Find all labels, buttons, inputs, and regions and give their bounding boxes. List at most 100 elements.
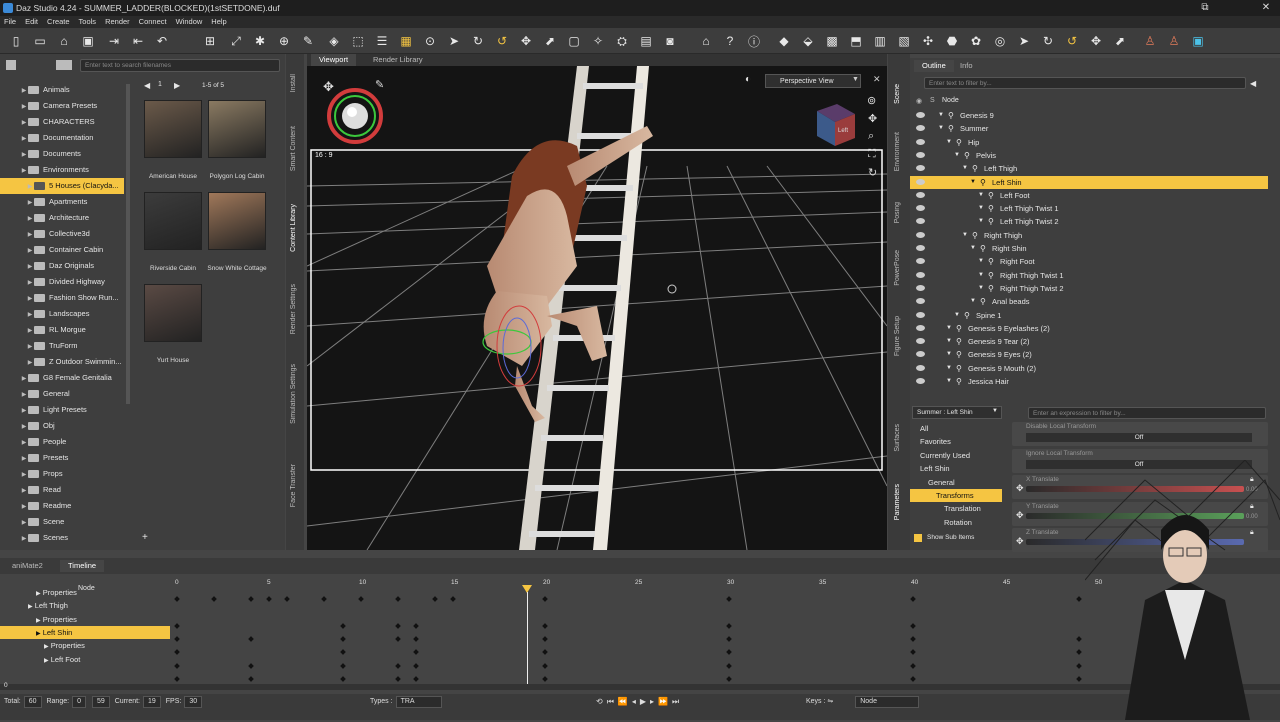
- tab-posing[interactable]: Posing: [894, 202, 901, 223]
- scene-node-row[interactable]: ▼ ⚲ Genesis 9: [910, 109, 1268, 122]
- expand-arrow-icon[interactable]: ▼: [962, 229, 968, 242]
- visibility-eye-icon[interactable]: [916, 112, 925, 118]
- menu-window[interactable]: Window: [176, 16, 203, 28]
- viewport-tool-10-icon[interactable]: ◎: [992, 33, 1008, 49]
- keyframe-marker[interactable]: [910, 623, 916, 629]
- pointer-icon[interactable]: ➤: [446, 33, 462, 49]
- types-select[interactable]: TRA: [395, 696, 442, 708]
- keyframe-marker[interactable]: [394, 623, 401, 629]
- tab-figure-setup[interactable]: Figure Setup: [894, 316, 901, 356]
- parameter-filter-input[interactable]: Enter an expression to filter by...: [1028, 407, 1266, 419]
- parameter-group-item[interactable]: Currently Used: [910, 449, 1002, 462]
- draw-style-icon[interactable]: ◐: [745, 74, 751, 85]
- keyframe-marker[interactable]: [247, 636, 254, 642]
- expand-arrow-icon[interactable]: ▶: [20, 499, 28, 514]
- visibility-eye-icon[interactable]: [916, 284, 925, 291]
- expand-arrow-icon[interactable]: ▼: [970, 176, 976, 189]
- view-mode-icon[interactable]: [6, 60, 16, 70]
- scale-icon[interactable]: ⬈: [542, 33, 558, 49]
- expand-arrow-icon[interactable]: ▶: [20, 371, 28, 386]
- scene-node-row[interactable]: ▼ ⚲ Right Thigh Twist 2: [910, 282, 1268, 295]
- close-window-button[interactable]: ✕: [1252, 0, 1280, 16]
- expand-arrow-icon[interactable]: ▼: [946, 362, 952, 375]
- surface-selection-icon[interactable]: ◈: [326, 33, 342, 49]
- render-icon[interactable]: ◙: [662, 33, 678, 49]
- rotate-active-icon[interactable]: ↺: [494, 33, 510, 49]
- keyframe-marker[interactable]: [247, 596, 254, 602]
- keyframe-marker[interactable]: [1075, 663, 1082, 669]
- content-tree-item[interactable]: ▶ Readme: [0, 498, 124, 514]
- expand-arrow-icon[interactable]: ▶: [20, 451, 28, 466]
- expand-arrow-icon[interactable]: ▶: [20, 483, 28, 498]
- bridge-icon[interactable]: ▣: [1190, 33, 1206, 49]
- keyframe-marker[interactable]: [431, 596, 438, 602]
- visibility-eye-icon[interactable]: [916, 125, 925, 132]
- keyframe-marker[interactable]: [394, 676, 401, 682]
- scene-node-row[interactable]: ▼ ⚲ Right Thigh: [910, 229, 1268, 242]
- node-select[interactable]: Summer : Left Shin: [912, 406, 1002, 419]
- prev-frame-icon[interactable]: ◂: [632, 697, 640, 706]
- reset-view-icon[interactable]: ↻: [868, 166, 877, 179]
- keyframe-marker[interactable]: [247, 676, 254, 682]
- keyframe-area[interactable]: [170, 592, 1110, 684]
- view-sphere-control[interactable]: [327, 88, 383, 144]
- new-scene-icon[interactable]: ▯: [8, 33, 24, 49]
- keyframe-marker[interactable]: [413, 649, 420, 655]
- content-tree-item[interactable]: ▶ Environments: [0, 162, 124, 178]
- expand-arrow-icon[interactable]: ▶: [26, 355, 34, 370]
- keyframe-marker[interactable]: [1075, 676, 1082, 682]
- menu-tools[interactable]: Tools: [79, 16, 97, 28]
- scene-node-row[interactable]: ▼ ⚲ Anal beads: [910, 295, 1268, 308]
- visibility-eye-icon[interactable]: [916, 364, 925, 371]
- viewport-close-icon[interactable]: ✕: [873, 74, 881, 85]
- timeline-track-row[interactable]: ▶ Properties: [0, 586, 170, 599]
- tab-powerpose[interactable]: PowerPose: [894, 250, 901, 286]
- content-tree-item[interactable]: ▶ Container Cabin: [0, 242, 124, 258]
- content-tree-item[interactable]: ▶ RL Morgue: [0, 322, 124, 338]
- keyframe-marker[interactable]: [726, 596, 732, 602]
- key-filter-icon[interactable]: ⇋: [827, 698, 833, 705]
- content-tree-item[interactable]: ▶ Landscapes: [0, 306, 124, 322]
- tab-render-settings[interactable]: Render Settings: [290, 284, 297, 334]
- keyframe-marker[interactable]: [394, 636, 401, 642]
- expand-arrow-icon[interactable]: ▶: [36, 618, 41, 624]
- play-icon[interactable]: ▶: [640, 697, 650, 706]
- expand-arrow-icon[interactable]: ▶: [26, 339, 34, 354]
- page-next-icon[interactable]: ▶: [174, 81, 180, 90]
- content-tree-item[interactable]: ▶ Scenes: [0, 530, 124, 546]
- range-start-field[interactable]: 0: [72, 696, 86, 708]
- content-tree-item[interactable]: ▶ Divided Highway: [0, 274, 124, 290]
- figure-alt-icon[interactable]: ♙: [1166, 33, 1182, 49]
- content-tree-item[interactable]: ▶ Animals: [0, 82, 124, 98]
- keyframe-marker[interactable]: [174, 649, 180, 655]
- keyframe-marker[interactable]: [394, 663, 401, 669]
- keyframe-marker[interactable]: [358, 596, 364, 602]
- expand-arrow-icon[interactable]: ▶: [20, 115, 28, 130]
- tab-simulation-settings[interactable]: Simulation Settings: [290, 364, 297, 424]
- menu-help[interactable]: Help: [211, 16, 226, 28]
- content-tree-item[interactable]: ▶ Z Outdoor Swimmin...: [0, 354, 124, 370]
- expand-arrow-icon[interactable]: ▶: [26, 307, 34, 322]
- content-tree-item[interactable]: ▶ Obj: [0, 418, 124, 434]
- keyframe-marker[interactable]: [413, 623, 420, 629]
- expand-arrow-icon[interactable]: ▼: [954, 149, 960, 162]
- expand-arrow-icon[interactable]: ▶: [44, 644, 49, 650]
- scene-node-row[interactable]: ▼ ⚲ Genesis 9 Tear (2): [910, 335, 1268, 348]
- scene-node-row[interactable]: ▼ ⚲ Genesis 9 Eyelashes (2): [910, 322, 1268, 335]
- keyframe-marker[interactable]: [1075, 636, 1082, 642]
- pin-icon[interactable]: ✎: [375, 78, 384, 91]
- viewport-tool-5-icon[interactable]: ▥: [872, 33, 888, 49]
- visibility-eye-icon[interactable]: [916, 138, 925, 145]
- keyframe-marker[interactable]: [726, 649, 732, 655]
- keyframe-marker[interactable]: [174, 676, 180, 682]
- spot-render-icon[interactable]: ✧: [590, 33, 606, 49]
- expand-arrow-icon[interactable]: ▶: [20, 419, 28, 434]
- keyframe-marker[interactable]: [542, 649, 548, 655]
- add-content-button[interactable]: +: [142, 532, 148, 543]
- content-tree-item[interactable]: ▶ General: [0, 386, 124, 402]
- content-tree-item[interactable]: ▶ Documentation: [0, 130, 124, 146]
- visibility-eye-icon[interactable]: [916, 324, 925, 331]
- scene-filter-input[interactable]: Enter text to filter by...: [924, 77, 1246, 89]
- parameter-group-item[interactable]: All: [910, 422, 1002, 435]
- scene-node-row[interactable]: ▼ ⚲ Genesis 9 Eyes (2): [910, 348, 1268, 361]
